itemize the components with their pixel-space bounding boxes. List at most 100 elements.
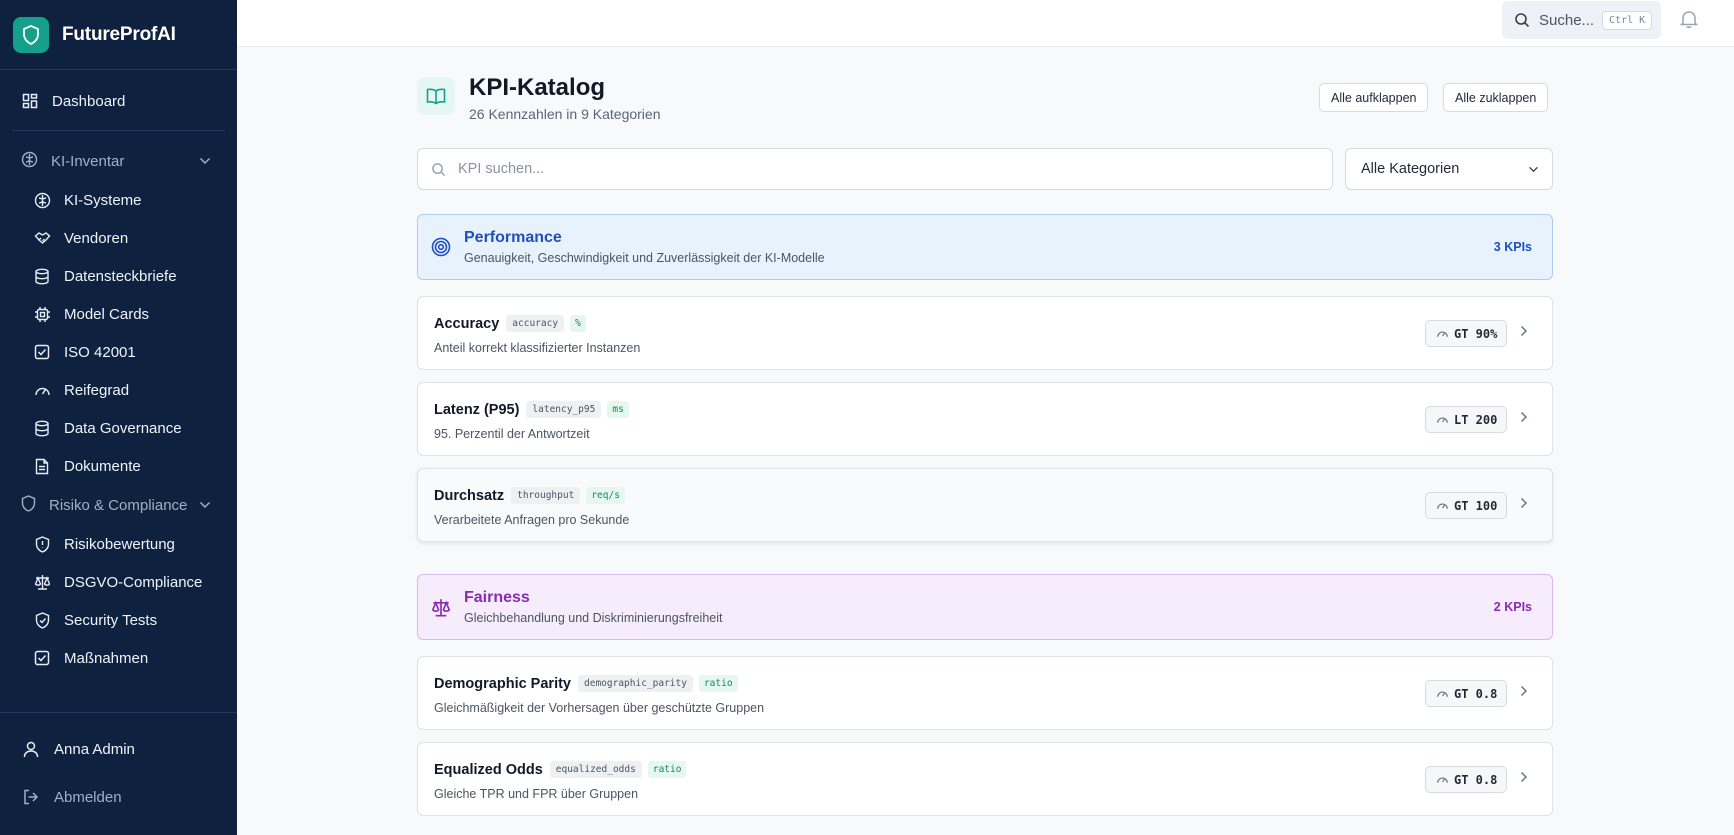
sidebar-item-dokumente[interactable]: Dokumente — [0, 447, 237, 485]
topbar: Suche... Ctrl K — [237, 0, 1734, 47]
global-search[interactable]: Suche... Ctrl K — [1502, 1, 1661, 39]
sidebar-item-label: Model Cards — [64, 305, 150, 323]
kpi-code: throughput — [511, 487, 581, 504]
collapse-all-button[interactable]: Alle zuklappen — [1443, 83, 1549, 112]
kpi-row[interactable]: Demographic Parity demographic_parity ra… — [417, 656, 1553, 730]
kpi-row[interactable]: Accuracy accuracy % Anteil korrekt klass… — [417, 296, 1553, 370]
dashboard-icon — [21, 92, 39, 110]
kpi-target: GT 100 — [1454, 498, 1498, 513]
kpi-target-badge: GT 100 — [1425, 492, 1508, 519]
page-title: KPI-Katalog — [469, 74, 606, 101]
sidebar-item-label: Vendoren — [64, 229, 129, 247]
kpi-target: GT 90% — [1454, 326, 1498, 341]
chevron-down-icon — [199, 157, 211, 165]
brand[interactable]: FutureProfAI — [0, 0, 237, 70]
database-icon — [33, 267, 51, 285]
shield-check-icon — [33, 611, 51, 629]
sidebar-group-risiko-compliance[interactable]: Risiko & Compliance — [0, 485, 237, 525]
scale-icon — [431, 597, 451, 617]
kpi-target: GT 0.8 — [1454, 686, 1498, 701]
sidebar-item-dsgvo-compliance[interactable]: DSGVO-Compliance — [0, 563, 237, 601]
sidebar-item-label: Risikobewertung — [64, 535, 175, 553]
category-select[interactable]: Alle Kategorien — [1345, 148, 1553, 190]
kpi-unit: ratio — [698, 675, 738, 692]
category-header-performance[interactable]: Performance Genauigkeit, Geschwindigkeit… — [417, 214, 1553, 280]
sidebar-group-ki-inventar[interactable]: KI-Inventar — [0, 141, 237, 181]
search-label: Suche... — [1539, 11, 1595, 29]
chevron-right-icon — [1520, 411, 1528, 423]
sidebar-item-label: ISO 42001 — [64, 343, 136, 361]
scale-icon — [33, 573, 51, 591]
brain-icon — [21, 151, 38, 172]
kpi-target-badge: GT 90% — [1425, 320, 1508, 347]
sidebar-item-security-tests[interactable]: Security Tests — [0, 601, 237, 639]
gauge-icon — [1437, 777, 1448, 783]
sidebar-item-label: Maßnahmen — [64, 649, 149, 667]
chevron-right-icon — [1520, 685, 1528, 697]
kpi-row[interactable]: Latenz (P95) latency_p95 ms 95. Perzenti… — [417, 382, 1553, 456]
expand-all-button[interactable]: Alle aufklappen — [1319, 83, 1429, 112]
sidebar-item-iso-42001[interactable]: ISO 42001 — [0, 333, 237, 371]
cpu-icon — [33, 305, 51, 323]
kpi-row[interactable]: Durchsatz throughput req/s Verarbeitete … — [417, 468, 1553, 542]
kpi-description: Verarbeitete Anfragen pro Sekunde — [434, 513, 630, 527]
page-subtitle: 26 Kennzahlen in 9 Kategorien — [469, 106, 661, 122]
gauge-icon — [1437, 503, 1448, 509]
category-description: Gleichbehandlung und Diskriminierungsfre… — [464, 611, 723, 625]
sidebar-item-label: Dokumente — [64, 457, 141, 475]
kpi-name: Accuracy — [434, 315, 500, 332]
brain-icon — [33, 191, 51, 209]
target-icon — [431, 237, 451, 257]
logout-icon — [22, 788, 40, 806]
main-content: KPI-Katalog 26 Kennzahlen in 9 Kategorie… — [417, 47, 1553, 816]
checkbox-icon — [33, 649, 51, 667]
kpi-target-badge: LT 200 — [1425, 406, 1508, 433]
database-icon — [33, 419, 51, 437]
sidebar-item-model-cards[interactable]: Model Cards — [0, 295, 237, 333]
search-icon — [432, 162, 446, 176]
shield-icon — [21, 494, 36, 516]
category-description: Genauigkeit, Geschwindigkeit und Zuverlä… — [464, 251, 825, 265]
kpi-unit: % — [570, 315, 586, 332]
sidebar-item-risikobewertung[interactable]: Risikobewertung — [0, 525, 237, 563]
kpi-target: LT 200 — [1454, 412, 1498, 427]
kpi-row[interactable]: Equalized Odds equalized_odds ratio Glei… — [417, 742, 1553, 816]
gauge-icon — [1437, 417, 1448, 423]
kpi-description: 95. Perzentil der Antwortzeit — [434, 427, 590, 441]
app-name: FutureProfAI — [62, 23, 176, 45]
filter-bar: KPI suchen... Alle Kategorien — [417, 148, 1553, 190]
sidebar-item-label: Security Tests — [64, 611, 158, 629]
category-kpi-count: 3 KPIs — [1493, 240, 1532, 254]
kpi-search-input[interactable]: KPI suchen... — [417, 148, 1333, 190]
kpi-unit: ms — [607, 401, 629, 418]
bell-icon[interactable] — [1679, 9, 1699, 34]
sidebar-item-datensteckbriefe[interactable]: Datensteckbriefe — [0, 257, 237, 295]
kpi-target: GT 0.8 — [1454, 772, 1498, 787]
category-header-fairness[interactable]: Fairness Gleichbehandlung und Diskrimini… — [417, 574, 1553, 640]
user-profile[interactable]: Anna Admin — [0, 725, 237, 773]
kpi-code: accuracy — [506, 315, 565, 332]
handshake-icon — [33, 229, 51, 247]
divider — [12, 130, 225, 131]
sidebar-item-dashboard[interactable]: Dashboard — [0, 82, 237, 120]
user-icon — [22, 740, 40, 758]
category-kpi-count: 2 KPIs — [1493, 600, 1532, 614]
kpi-unit: ratio — [647, 761, 687, 778]
logout-button[interactable]: Abmelden — [0, 773, 237, 821]
sidebar-item-data-governance[interactable]: Data Governance — [0, 409, 237, 447]
sidebar-item-ki-systeme[interactable]: KI-Systeme — [0, 181, 237, 219]
logout-label: Abmelden — [54, 788, 122, 806]
gauge-icon — [1437, 691, 1448, 697]
shield-alert-icon — [33, 535, 51, 553]
chevron-right-icon — [1520, 497, 1528, 509]
sidebar-item-vendoren[interactable]: Vendoren — [0, 219, 237, 257]
sidebar-item-reifegrad[interactable]: Reifegrad — [0, 371, 237, 409]
kpi-name: Latenz (P95) — [434, 401, 520, 418]
book-open-icon — [417, 77, 455, 115]
sidebar-item-massnahmen[interactable]: Maßnahmen — [0, 639, 237, 677]
search-icon — [1515, 13, 1530, 28]
page-header: KPI-Katalog 26 Kennzahlen in 9 Kategorie… — [417, 47, 1553, 147]
kpi-name: Demographic Parity — [434, 675, 571, 692]
sidebar-item-label: Reifegrad — [64, 381, 130, 399]
group-label: KI-Inventar — [51, 152, 125, 170]
